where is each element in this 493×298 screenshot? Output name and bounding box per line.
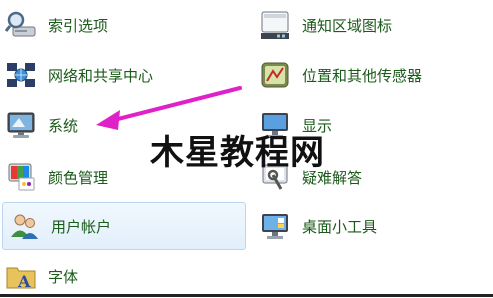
item-label: 颜色管理: [48, 168, 109, 187]
item-location-sensors[interactable]: 位置和其他传感器: [254, 53, 484, 97]
item-user-accounts[interactable]: 用户帐户: [2, 202, 246, 250]
fonts-folder-icon: A: [4, 259, 38, 293]
item-label: 用户帐户: [51, 217, 112, 236]
watermark-text: 木星教程网: [150, 133, 325, 173]
svg-text:A: A: [17, 272, 31, 291]
item-label: 通知区域图标: [302, 16, 393, 35]
user-accounts-icon: [7, 209, 41, 243]
network-globe-icon: [4, 58, 38, 92]
location-sensor-icon: [258, 58, 292, 92]
item-desktop-gadgets[interactable]: 桌面小工具: [254, 204, 484, 248]
color-management-icon: [4, 160, 38, 194]
item-label: 网络和共享中心: [48, 66, 154, 85]
desktop-gadgets-icon: [258, 209, 292, 243]
item-label: 系统: [48, 116, 79, 135]
item-indexing-options[interactable]: 索引选项: [0, 3, 240, 47]
item-label: 桌面小工具: [302, 217, 378, 236]
item-notification-area-icons[interactable]: 通知区域图标: [254, 3, 484, 47]
item-fonts[interactable]: A 字体: [0, 254, 240, 298]
item-label: 索引选项: [48, 16, 109, 35]
notification-area-icon: [258, 8, 292, 42]
item-label: 位置和其他传感器: [302, 66, 423, 85]
computer-monitor-icon: [4, 108, 38, 142]
item-label: 字体: [48, 267, 79, 286]
item-network-sharing-center[interactable]: 网络和共享中心: [0, 53, 240, 97]
magnifier-over-drive-icon: [4, 8, 38, 42]
